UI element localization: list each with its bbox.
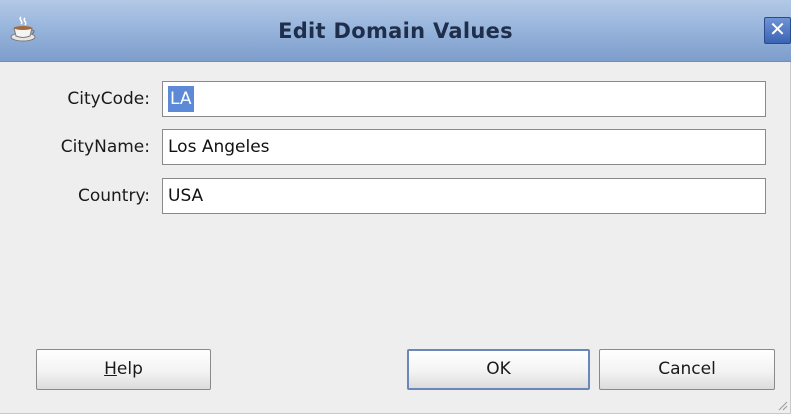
cityname-label: CityName:	[60, 137, 150, 157]
cancel-button[interactable]: Cancel	[599, 349, 775, 390]
close-icon: ✕	[769, 17, 786, 41]
help-button[interactable]: Help	[36, 349, 211, 390]
title-bar[interactable]: Edit Domain Values ✕	[0, 0, 791, 62]
close-button[interactable]: ✕	[764, 17, 791, 44]
ok-label: OK	[486, 359, 511, 379]
citycode-field[interactable]: LA	[162, 81, 766, 117]
cityname-field[interactable]	[162, 129, 766, 165]
dialog-title: Edit Domain Values	[278, 19, 513, 43]
country-label: Country:	[77, 186, 150, 206]
help-mnemonic: H	[104, 359, 117, 379]
help-label-rest: elp	[116, 359, 143, 379]
cancel-label: Cancel	[658, 359, 716, 379]
edit-domain-values-dialog: Edit Domain Values ✕ CityCode: LA CityNa…	[0, 0, 791, 414]
citycode-value: LA	[168, 86, 194, 112]
citycode-label: CityCode:	[67, 89, 150, 109]
country-field[interactable]	[162, 178, 766, 214]
resize-grip-icon[interactable]	[776, 399, 788, 411]
ok-button[interactable]: OK	[407, 349, 590, 390]
